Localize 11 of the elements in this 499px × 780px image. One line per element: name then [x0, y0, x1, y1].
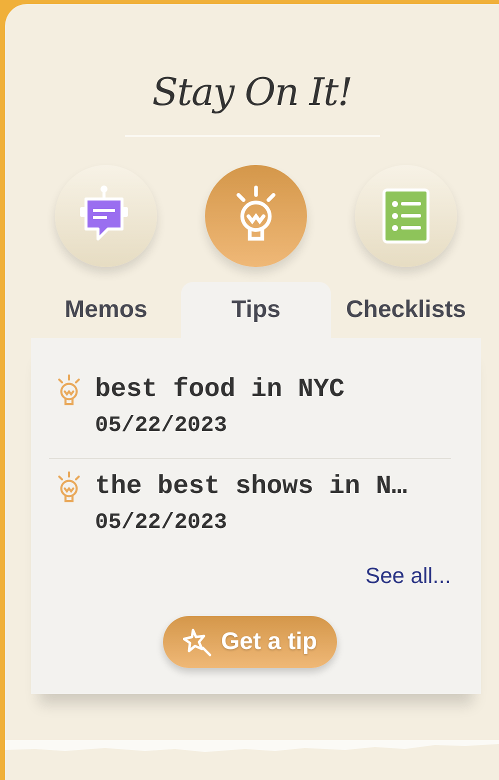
tip-date: 05/22/2023	[95, 412, 228, 440]
checklist-icon	[381, 187, 431, 245]
tip-date: 05/22/2023	[95, 509, 228, 538]
tab[interactable]: Tips	[181, 282, 331, 338]
tip-title[interactable]: best food in NYC	[95, 374, 345, 406]
see-all-link[interactable]: See all...	[365, 559, 451, 592]
app-title: Stay On It!	[151, 69, 353, 116]
tip-title[interactable]: the best shows in N…	[95, 471, 408, 502]
tab[interactable]: Checklists	[331, 282, 481, 338]
tab[interactable]: Memos	[31, 282, 181, 338]
sparkle-wand-icon	[182, 627, 213, 658]
